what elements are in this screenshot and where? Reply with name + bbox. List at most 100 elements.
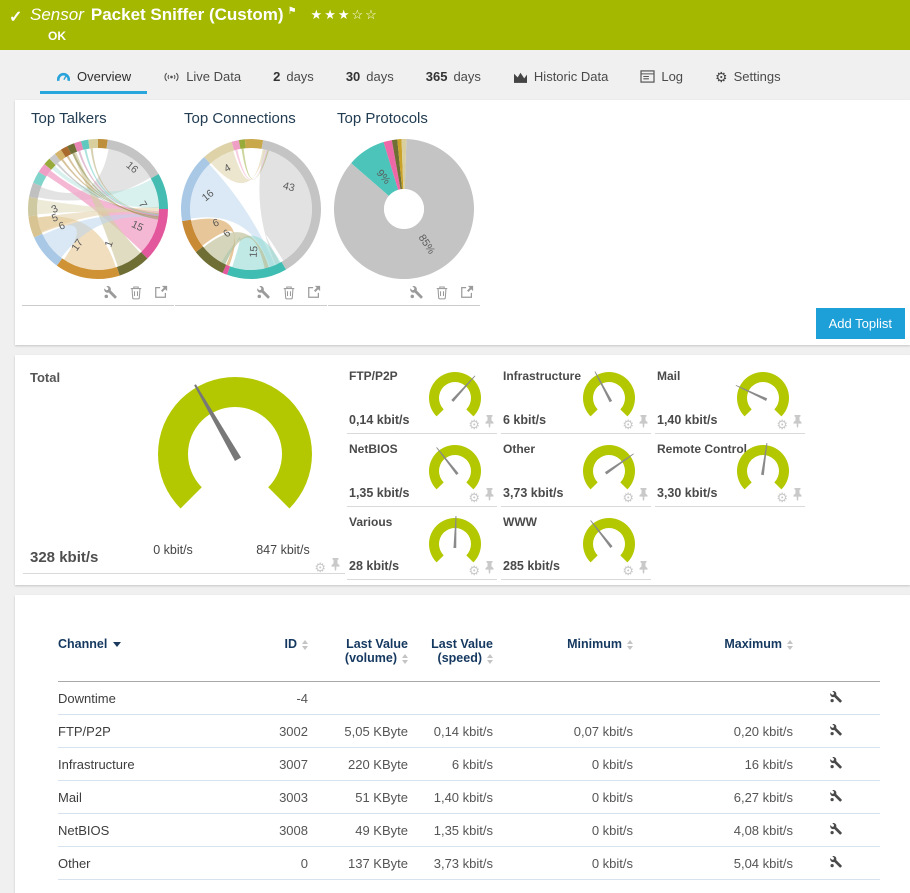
column-header-minimum[interactable]: Minimum: [493, 631, 633, 682]
sensor-title-row: Sensor Packet Sniffer (Custom) ⚑ ★★★☆☆: [30, 5, 379, 25]
gear-icon[interactable]: ⚙: [776, 491, 788, 504]
cell-channel[interactable]: NetBIOS: [58, 814, 233, 847]
settings-wrench-icon[interactable]: [257, 285, 271, 299]
gear-icon[interactable]: ⚙: [622, 491, 634, 504]
channel-label: Various: [349, 515, 392, 529]
column-header-maximum[interactable]: Maximum: [633, 631, 793, 682]
cell-channel[interactable]: FTP/P2P: [58, 715, 233, 748]
settings-wrench-icon[interactable]: [830, 856, 843, 871]
pin-icon[interactable]: [792, 415, 803, 433]
channel-gauge-tile-www: WWW285 kbit/s⚙: [501, 509, 651, 580]
open-external-icon[interactable]: [307, 285, 321, 299]
toplist-title: Top Protocols: [328, 110, 480, 132]
pin-icon[interactable]: [638, 415, 649, 433]
gear-icon[interactable]: ⚙: [314, 561, 326, 574]
gear-icon[interactable]: ⚙: [622, 564, 634, 577]
toplist-chart[interactable]: 431641566: [176, 134, 326, 284]
channel-value: 1,35 kbit/s: [349, 486, 409, 500]
tab-overview[interactable]: Overview: [40, 62, 147, 94]
delete-icon[interactable]: [435, 285, 449, 300]
pin-icon[interactable]: [484, 415, 495, 433]
settings-wrench-icon[interactable]: [830, 724, 843, 739]
priority-stars[interactable]: ★★★☆☆: [311, 7, 379, 23]
cell-id: 3008: [233, 814, 308, 847]
add-toplist-button[interactable]: Add Toplist: [816, 308, 905, 339]
channel-label: Mail: [657, 369, 680, 383]
open-external-icon[interactable]: [460, 285, 474, 299]
cell-channel[interactable]: Mail: [58, 781, 233, 814]
row-settings-cell: [793, 781, 880, 814]
delete-icon[interactable]: [282, 285, 296, 300]
cell-speed: 3,73 kbit/s: [408, 847, 493, 880]
row-settings-cell: [793, 748, 880, 781]
pin-icon[interactable]: [638, 488, 649, 506]
cell-speed: 6 kbit/s: [408, 748, 493, 781]
total-gauge-dial: [145, 366, 325, 536]
tab-historic-data[interactable]: Historic Data: [497, 62, 624, 94]
gear-icon[interactable]: ⚙: [776, 418, 788, 431]
toplist-actions: [328, 284, 480, 306]
settings-wrench-icon[interactable]: [830, 757, 843, 772]
tab-settings[interactable]: ⚙Settings: [699, 62, 797, 94]
column-header-channel[interactable]: Channel: [58, 631, 233, 682]
delete-icon[interactable]: [129, 285, 143, 300]
column-header-last-value-volume-[interactable]: Last Value (volume): [308, 631, 408, 682]
toplist-tile-top-connections: Top Connections431641566: [175, 110, 327, 306]
pin-icon[interactable]: [792, 488, 803, 506]
pin-icon[interactable]: [484, 561, 495, 579]
settings-wrench-icon[interactable]: [104, 285, 118, 299]
column-header-label: Maximum: [724, 637, 782, 651]
pin-icon[interactable]: [638, 561, 649, 579]
cell-volume: 220 KByte: [308, 748, 408, 781]
tab-30-days[interactable]: 30days: [330, 62, 410, 94]
gear-icon[interactable]: ⚙: [468, 564, 480, 577]
tab-live-data[interactable]: Live Data: [147, 62, 257, 94]
channel-tile-icons: ⚙: [776, 415, 803, 433]
tab-label: days: [453, 69, 480, 84]
toplist-actions: [22, 284, 174, 306]
channel-value: 28 kbit/s: [349, 559, 399, 573]
toplist-tile-top-protocols: Top Protocols9%85%: [328, 110, 480, 306]
toplist-chart[interactable]: 9%85%: [329, 134, 479, 284]
tab-2-days[interactable]: 2days: [257, 62, 330, 94]
toplist-actions: [175, 284, 327, 306]
row-settings-cell: [793, 814, 880, 847]
column-header-id[interactable]: ID: [233, 631, 308, 682]
channel-tile-icons: ⚙: [468, 488, 495, 506]
channel-gauge-tile-infrastructure: Infrastructure6 kbit/s⚙: [501, 363, 651, 434]
status-badge: OK: [48, 29, 66, 43]
column-header-last-value-speed-[interactable]: Last Value (speed): [408, 631, 493, 682]
sensor-type-label: Sensor: [30, 5, 84, 25]
settings-wrench-icon[interactable]: [410, 285, 424, 299]
tab-log[interactable]: Log: [624, 62, 699, 94]
log-icon: [640, 70, 655, 83]
tab-365-days[interactable]: 365days: [410, 62, 497, 94]
cell-max: 5,04 kbit/s: [633, 847, 793, 880]
channel-tile-icons: ⚙: [622, 488, 649, 506]
flag-icon[interactable]: ⚑: [288, 6, 297, 17]
cell-channel[interactable]: Infrastructure: [58, 748, 233, 781]
cell-speed: 1,40 kbit/s: [408, 781, 493, 814]
cell-channel[interactable]: Other: [58, 847, 233, 880]
settings-wrench-icon[interactable]: [830, 691, 843, 706]
row-settings-cell: [793, 715, 880, 748]
open-external-icon[interactable]: [154, 285, 168, 299]
settings-wrench-icon[interactable]: [830, 790, 843, 805]
sort-icon: [402, 654, 408, 664]
gear-icon[interactable]: ⚙: [622, 418, 634, 431]
column-header-label: Minimum: [567, 637, 622, 651]
table-row: NetBIOS300849 KByte1,35 kbit/s0 kbit/s4,…: [58, 814, 880, 847]
cell-speed: [408, 682, 493, 715]
gear-icon[interactable]: ⚙: [468, 418, 480, 431]
pin-icon[interactable]: [484, 488, 495, 506]
settings-wrench-icon[interactable]: [830, 823, 843, 838]
toplist-title: Top Connections: [175, 110, 327, 132]
gear-icon[interactable]: ⚙: [468, 491, 480, 504]
table-row: FTP/P2P30025,05 KByte0,14 kbit/s0,07 kbi…: [58, 715, 880, 748]
column-header-label: Last Value (volume): [345, 637, 408, 665]
cell-volume: [308, 682, 408, 715]
column-header-label: ID: [285, 637, 298, 651]
pin-icon[interactable]: [330, 558, 341, 576]
cell-channel[interactable]: Downtime: [58, 682, 233, 715]
toplist-chart[interactable]: 16715117653: [23, 134, 173, 284]
